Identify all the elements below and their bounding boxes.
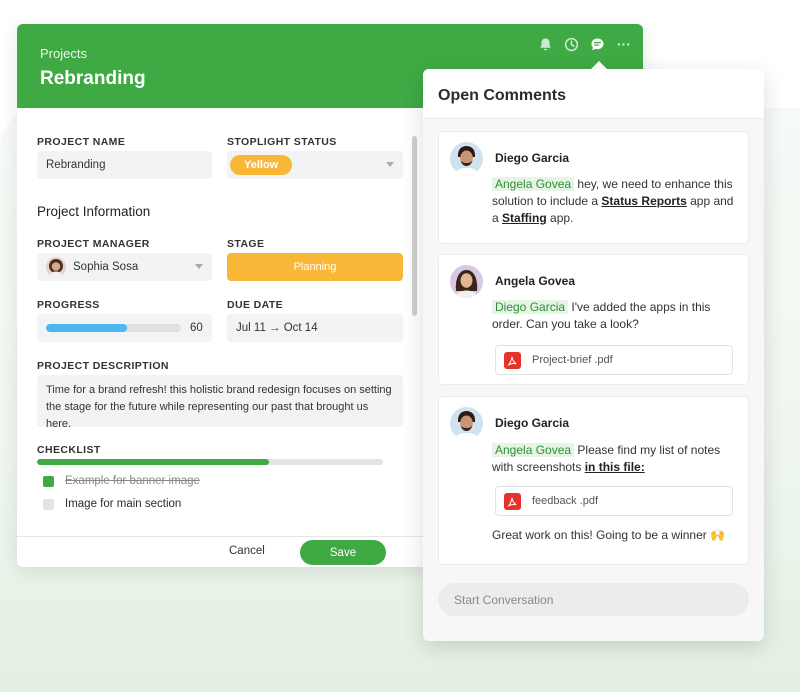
- avatar: [450, 407, 483, 440]
- checklist-label: CHECKLIST: [37, 444, 101, 456]
- comment-author: Diego Garcia: [495, 416, 570, 430]
- checkbox-unchecked[interactable]: [43, 498, 54, 510]
- project-description-label: PROJECT DESCRIPTION: [37, 360, 169, 372]
- file-name: feedback .pdf: [532, 495, 599, 507]
- avatar: [46, 257, 66, 277]
- project-name-input[interactable]: Rebranding: [37, 151, 212, 179]
- panel-title: Open Comments: [438, 87, 567, 104]
- comment-card: Diego Garcia Angela Govea Please find my…: [438, 396, 749, 565]
- file-attachment[interactable]: feedback .pdf: [495, 486, 733, 516]
- comment-icon[interactable]: [587, 34, 607, 54]
- progress-label: PROGRESS: [37, 299, 100, 311]
- comment-text-after: Great work on this! Going to be a winner…: [492, 528, 726, 542]
- clock-icon[interactable]: [561, 34, 581, 54]
- avatar: [450, 265, 483, 298]
- stoplight-status-select[interactable]: Yellow: [227, 151, 403, 179]
- comment-body: Angela Govea hey, we need to enhance thi…: [492, 176, 742, 227]
- panel-header: Open Comments: [423, 69, 764, 119]
- progress-field[interactable]: 60: [37, 314, 212, 342]
- checkbox-checked[interactable]: [43, 475, 54, 487]
- checklist-item[interactable]: Example for banner image: [43, 475, 200, 487]
- mention-tag[interactable]: Angela Govea: [492, 177, 575, 191]
- project-manager-label: PROJECT MANAGER: [37, 238, 150, 250]
- comment-author: Angela Govea: [495, 274, 576, 288]
- breadcrumb[interactable]: Projects: [40, 46, 87, 61]
- pdf-icon: [504, 492, 521, 510]
- manager-name: Sophia Sosa: [73, 261, 139, 273]
- status-badge: Yellow: [230, 155, 293, 175]
- chevron-down-icon: [386, 162, 394, 167]
- mention-tag[interactable]: Angela Govea: [492, 443, 575, 457]
- checklist-item[interactable]: Image for main section: [43, 498, 181, 510]
- comments-panel: Open Comments Diego Garcia Angela Govea …: [423, 69, 764, 641]
- avatar: [450, 142, 483, 175]
- due-date-input[interactable]: Jul 11 → Oct 14: [227, 314, 403, 342]
- progress-value: 60: [190, 322, 203, 334]
- pdf-icon: [504, 351, 521, 369]
- mention-tag[interactable]: Diego Garcia: [492, 300, 569, 314]
- due-date-label: DUE DATE: [227, 299, 284, 311]
- file-name: Project-brief .pdf: [532, 354, 613, 366]
- stage-label: STAGE: [227, 238, 265, 250]
- comment-text: app.: [546, 211, 574, 225]
- cancel-button[interactable]: Cancel: [229, 545, 265, 557]
- progress-bar-fill: [46, 324, 127, 332]
- checklist-item-label: Image for main section: [65, 498, 182, 510]
- header-toolbar: [535, 34, 633, 54]
- start-conversation-input[interactable]: [438, 583, 749, 616]
- file-attachment[interactable]: Project-brief .pdf: [495, 345, 733, 375]
- page-title: Rebranding: [40, 68, 146, 89]
- stoplight-status-label: STOPLIGHT STATUS: [227, 136, 337, 148]
- project-name-label: PROJECT NAME: [37, 136, 126, 148]
- checklist-progress-bar: [37, 459, 383, 465]
- chevron-down-icon: [195, 264, 203, 269]
- checklist-progress-fill: [37, 459, 269, 465]
- comment-card: Diego Garcia Angela Govea hey, we need t…: [438, 131, 749, 244]
- progress-bar: [46, 324, 181, 332]
- comment-link[interactable]: in this file:: [585, 460, 645, 474]
- project-description-textarea[interactable]: Time for a brand refresh! this holistic …: [37, 375, 403, 430]
- more-icon[interactable]: [613, 34, 633, 54]
- bell-icon[interactable]: [535, 34, 555, 54]
- comment-author: Diego Garcia: [495, 151, 570, 165]
- stage-select[interactable]: Planning: [227, 253, 403, 281]
- comment-card: Angela Govea Diego Garcia I've added the…: [438, 254, 749, 385]
- project-manager-select[interactable]: Sophia Sosa: [37, 253, 212, 281]
- scrollbar[interactable]: [412, 136, 417, 316]
- checklist-item-label: Example for banner image: [65, 475, 200, 487]
- section-title: Project Information: [37, 204, 151, 219]
- comment-body: Diego Garcia I've added the apps in this…: [492, 299, 742, 333]
- save-button[interactable]: Save: [300, 540, 386, 565]
- comment-body: Angela Govea Please find my list of note…: [492, 442, 742, 476]
- comment-link[interactable]: Staffing: [502, 211, 547, 225]
- comment-link[interactable]: Status Reports: [601, 194, 686, 208]
